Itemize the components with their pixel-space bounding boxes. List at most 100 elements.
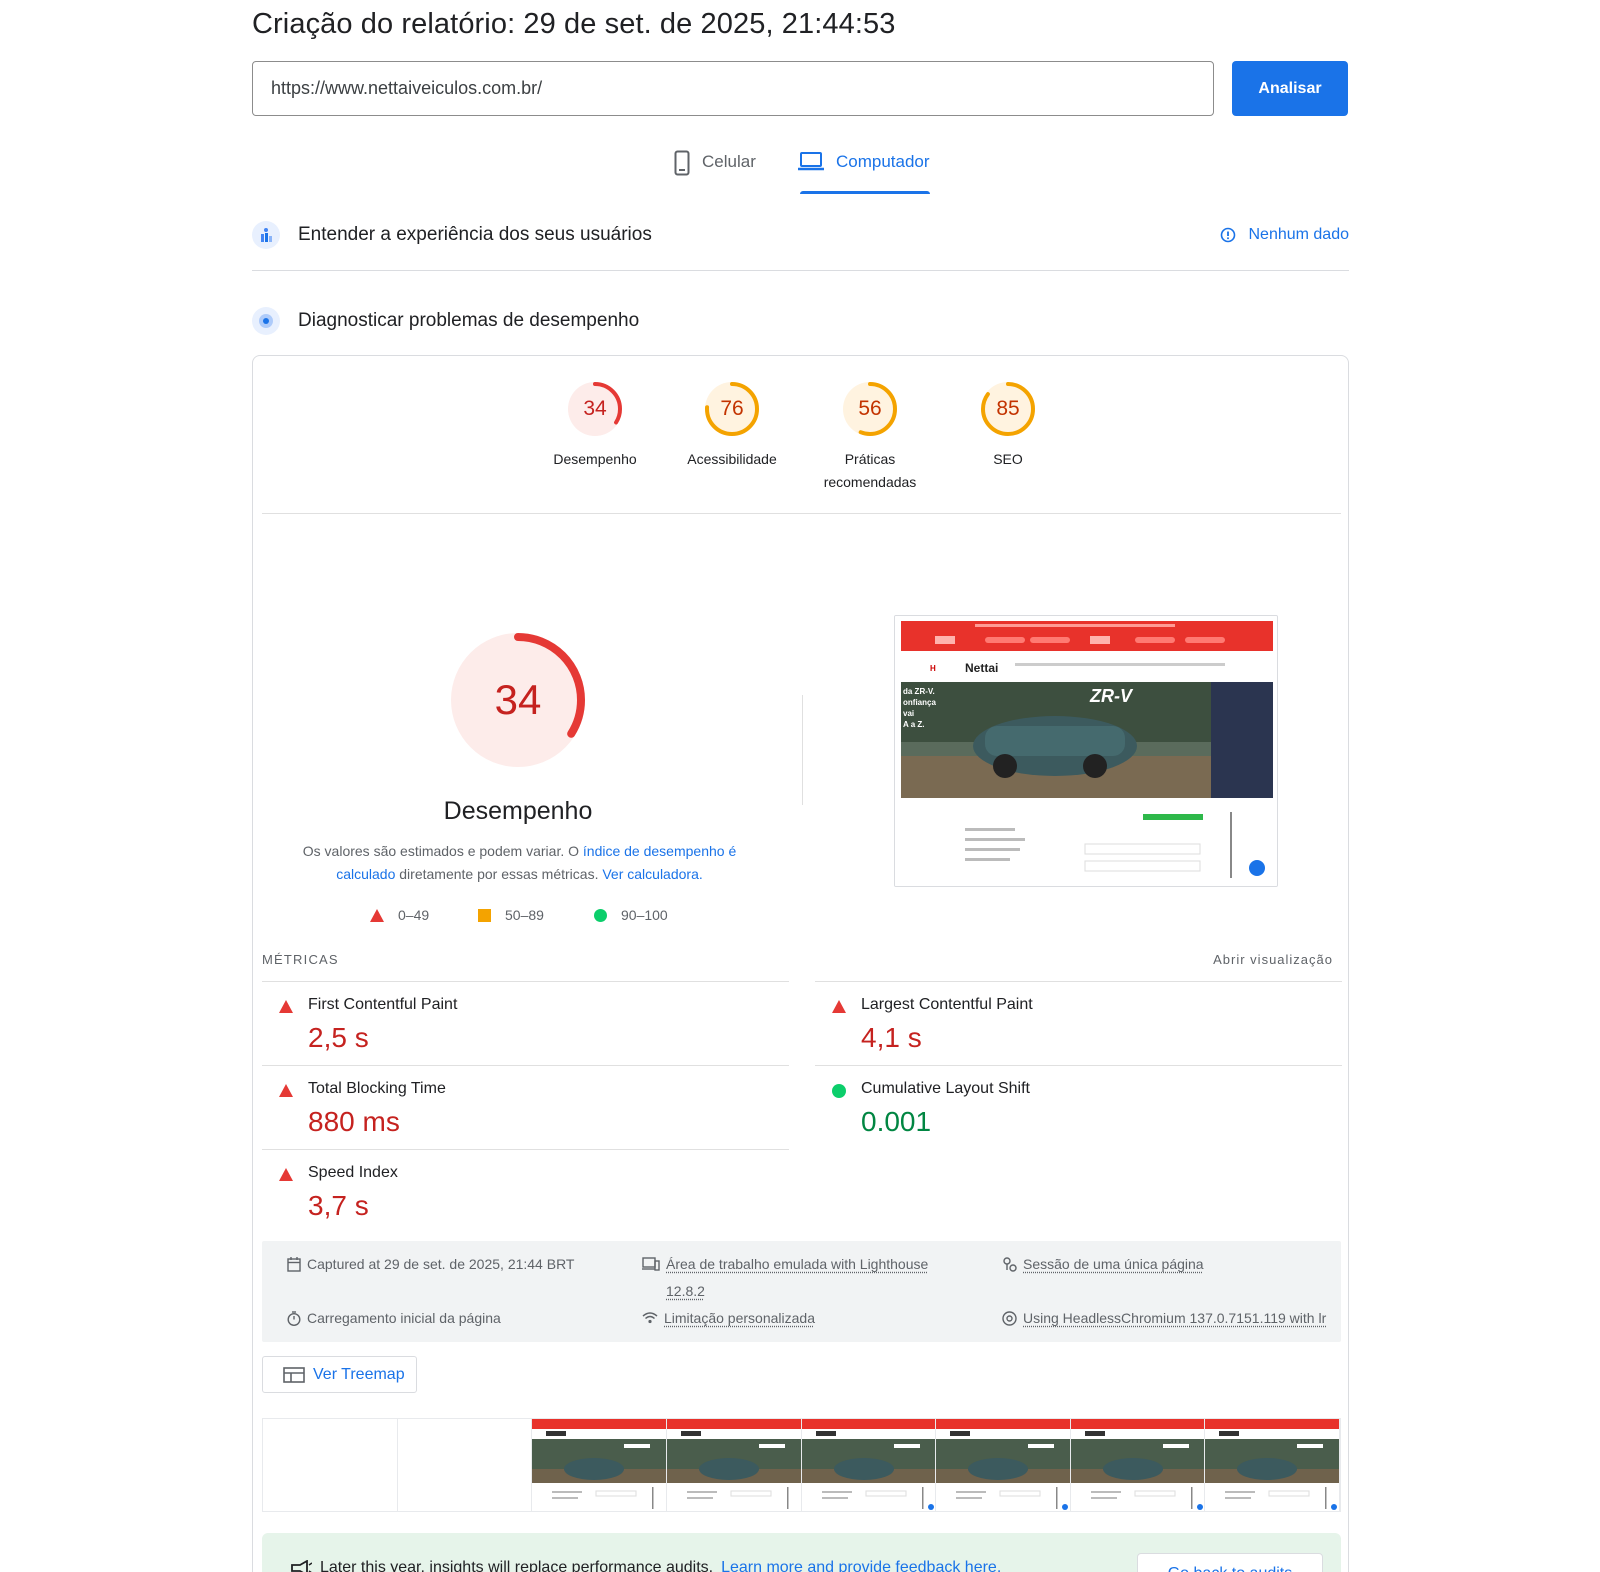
insights-banner: Later this year, insights will replace p… <box>262 1533 1341 1572</box>
tab-mobile[interactable]: Celular <box>674 150 756 194</box>
gauge-score: 34 <box>525 380 665 438</box>
performance-description: Os valores são estimados e podem variar.… <box>287 840 752 886</box>
filmstrip-frame <box>802 1419 937 1511</box>
legend-range: 90–100 <box>621 907 668 923</box>
metric-value: 4,1 s <box>861 1022 922 1054</box>
metric-value: 0.001 <box>861 1106 931 1138</box>
triangle-icon <box>279 1168 293 1181</box>
calculator-link[interactable]: Ver calculadora. <box>602 866 702 882</box>
gauge-label: Práticas recomendadas <box>815 448 925 494</box>
initial-load: Carregamento inicial da página <box>287 1305 501 1332</box>
calendar-icon <box>287 1257 301 1272</box>
metric-fcp: First Contentful Paint 2,5 s <box>262 981 789 1065</box>
no-data-label: Nenhum dado <box>1248 226 1349 244</box>
gauge-seo[interactable]: 85 SEO <box>938 380 1078 471</box>
phone-icon <box>674 150 690 176</box>
back-to-audits-button[interactable]: Go back to audits <box>1137 1553 1323 1572</box>
gauge-accessibility[interactable]: 76 Acessibilidade <box>662 380 802 471</box>
section-experience-label: Entender a experiência dos seus usuários <box>298 224 652 246</box>
metric-tbt: Total Blocking Time 880 ms <box>262 1065 789 1149</box>
triangle-icon <box>279 1000 293 1013</box>
performance-title: Desempenho <box>418 797 618 826</box>
vertical-divider <box>802 695 803 805</box>
metric-speed-index: Speed Index 3,7 s <box>262 1149 789 1233</box>
svg-text:vai: vai <box>903 709 914 718</box>
filmstrip-frame <box>1071 1419 1206 1511</box>
filmstrip <box>262 1418 1341 1512</box>
url-input[interactable] <box>252 61 1214 116</box>
gauge-score: 76 <box>662 380 802 438</box>
emulated-device[interactable]: Área de trabalho emulada with Lighthouse… <box>642 1251 962 1305</box>
filmstrip-frame <box>667 1419 802 1511</box>
section-diagnose-label: Diagnosticar problemas de desempenho <box>298 310 639 332</box>
metric-value: 880 ms <box>308 1106 400 1138</box>
insight-message: Later this year, insights will replace p… <box>320 1559 713 1572</box>
svg-text:H: H <box>930 664 936 673</box>
load-text: Carregamento inicial da página <box>307 1305 501 1332</box>
legend-range: 0–49 <box>398 907 429 923</box>
single-page-session[interactable]: Sessão de uma única página <box>1002 1251 1204 1278</box>
section-experience: Entender a experiência dos seus usuários… <box>252 221 1349 249</box>
legend-range: 50–89 <box>505 907 544 923</box>
megaphone-icon <box>290 1560 312 1572</box>
captured-at: Captured at 29 de set. de 2025, 21:44 BR… <box>287 1251 574 1278</box>
performance-score: 34 <box>448 630 588 770</box>
triangle-icon <box>370 909 384 922</box>
square-icon <box>478 909 491 922</box>
svg-text:da ZR-V.: da ZR-V. <box>903 687 935 696</box>
circle-icon <box>832 1084 846 1098</box>
tab-mobile-label: Celular <box>702 152 756 172</box>
expand-view-toggle[interactable]: Abrir visualização <box>1213 952 1333 967</box>
diagnose-icon <box>252 307 280 335</box>
screenshot-model: ZR-V <box>1089 686 1134 706</box>
feedback-link[interactable]: Learn more and provide feedback here. <box>721 1559 1001 1572</box>
devices-icon <box>642 1257 660 1271</box>
gauge-performance[interactable]: 34 Desempenho <box>525 380 665 471</box>
runtime-settings: Captured at 29 de set. de 2025, 21:44 BR… <box>262 1241 1341 1342</box>
gauge-best-practices[interactable]: 56 Práticas recomendadas <box>800 380 940 494</box>
filmstrip-frame <box>398 1419 533 1511</box>
gauge-score: 85 <box>938 380 1078 438</box>
gauge-label: Acessibilidade <box>662 448 802 471</box>
emulated-device-text: Área de trabalho emulada with Lighthouse… <box>666 1251 928 1305</box>
filmstrip-frame <box>532 1419 667 1511</box>
triangle-icon <box>279 1084 293 1097</box>
wifi-icon <box>642 1311 658 1324</box>
metric-value: 3,7 s <box>308 1190 369 1222</box>
throttling[interactable]: Limitação personalizada <box>642 1305 815 1332</box>
screenshot-brand: Nettai <box>965 661 998 675</box>
svg-text:A a Z.: A a Z. <box>903 720 924 729</box>
legend-pass: 90–100 <box>594 907 668 923</box>
gauges-divider <box>262 513 1341 514</box>
treemap-label: Ver Treemap <box>313 1366 405 1384</box>
tab-desktop[interactable]: Computador <box>798 150 930 194</box>
captured-text: Captured at 29 de set. de 2025, 21:44 BR… <box>307 1251 574 1278</box>
no-data-link[interactable]: Nenhum dado <box>1220 226 1349 244</box>
gauge-label: Desempenho <box>525 448 665 471</box>
session-text: Sessão de uma única página <box>1023 1251 1204 1278</box>
timer-icon <box>287 1311 301 1326</box>
report-title: Criação do relatório: 29 de set. de 2025… <box>252 8 895 41</box>
gauge-score: 56 <box>800 380 940 438</box>
desc-text: diretamente por essas métricas. <box>395 866 602 882</box>
view-treemap-button[interactable]: Ver Treemap <box>262 1356 417 1393</box>
analyze-button[interactable]: Analisar <box>1232 61 1348 116</box>
filmstrip-frame <box>263 1419 398 1511</box>
metric-value: 2,5 s <box>308 1022 369 1054</box>
metric-name: Total Blocking Time <box>308 1080 446 1098</box>
treemap-icon <box>283 1367 305 1383</box>
filmstrip-frame <box>1205 1419 1340 1511</box>
metrics-heading: MÉTRICAS <box>262 952 339 967</box>
gauge-label: SEO <box>938 448 1078 471</box>
triangle-icon <box>832 1000 846 1013</box>
tab-desktop-label: Computador <box>836 152 930 172</box>
circle-icon <box>594 909 607 922</box>
browser-version[interactable]: Using HeadlessChromium 137.0.7151.119 wi… <box>1002 1305 1337 1332</box>
metric-name: Speed Index <box>308 1164 398 1182</box>
desc-text: Os valores são estimados e podem variar.… <box>303 843 583 859</box>
legend-average: 50–89 <box>478 907 544 923</box>
metric-name: Largest Contentful Paint <box>861 996 1033 1014</box>
browser-text: Using HeadlessChromium 137.0.7151.119 wi… <box>1023 1305 1326 1332</box>
section-divider <box>252 270 1349 271</box>
filmstrip-frame <box>936 1419 1071 1511</box>
